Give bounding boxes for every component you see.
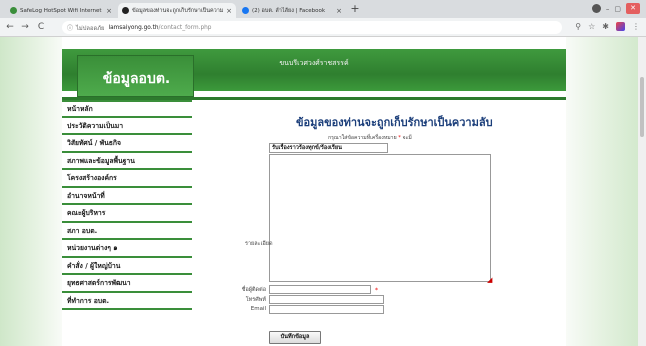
reload-icon[interactable]: C xyxy=(36,22,46,32)
menu-item-orders[interactable]: คำสั่ง / ผู้ใหญ่บ้าน xyxy=(62,257,192,275)
menu-item-history[interactable]: ประวัติความเป็นมา xyxy=(62,117,192,135)
subject-field[interactable]: รับเรื่องราวร้องทุกข์/ร้องเรียน xyxy=(269,143,388,153)
profile-avatar-icon[interactable] xyxy=(591,4,601,13)
menu-item-office[interactable]: ที่ทำการ อบต. xyxy=(62,292,192,310)
url-path: /contact_form.php xyxy=(158,24,212,31)
bookmark-star-icon[interactable]: ☆ xyxy=(588,22,595,31)
email-label: Email xyxy=(250,306,266,312)
address-bar[interactable]: ⓘ ไม่ปลอดภัย lamsaiyong.go.th /contact_f… xyxy=(62,21,562,34)
phone-field[interactable] xyxy=(269,295,384,304)
contact-name-label: ชื่อผู้ติดต่อ xyxy=(241,287,266,293)
window-close-icon[interactable]: ✕ xyxy=(626,3,640,14)
maximize-icon[interactable]: ▢ xyxy=(614,5,621,13)
security-status: ไม่ปลอดภัย xyxy=(76,25,105,32)
new-tab-button[interactable]: + xyxy=(349,3,361,15)
menu-item-executives[interactable]: คณะผู้บริหาร xyxy=(62,205,192,223)
menu-item-authority[interactable]: อำนาจหน้าที่ xyxy=(62,187,192,205)
facebook-favicon-icon xyxy=(242,7,249,14)
required-star: * xyxy=(398,135,401,141)
extension-area: ⚲ ☆ ✱ ⋮ xyxy=(575,22,640,31)
window-controls: – ▢ ✕ xyxy=(591,3,640,14)
required-note-text: กรุณาใส่ข้อความที่เครื่องหมาย xyxy=(328,135,397,141)
page-scrollbar[interactable] xyxy=(638,37,646,346)
tab-close-icon[interactable]: × xyxy=(336,7,342,15)
browser-tab[interactable]: (2) อบต. ลำไส้ยง | Facebook × xyxy=(238,3,346,18)
browser-tab[interactable]: SafeLog HotSpot Wifi Internet × xyxy=(6,3,116,18)
browser-tab-active[interactable]: ข้อมูลของท่านจะถูกเก็บรักษาเป็นความลับ × xyxy=(118,3,236,18)
menu-item-strategy[interactable]: ยุทธศาสตร์การพัฒนา xyxy=(62,275,192,293)
top-band xyxy=(62,37,566,49)
detail-textarea[interactable] xyxy=(269,154,491,282)
menu-item-basic-info[interactable]: สภาพและข้อมูลพื้นฐาน xyxy=(62,152,192,170)
menu-item-structure[interactable]: โครงสร้างองค์กร xyxy=(62,170,192,188)
web-page: ขนบรีเวศวงศ์ราชสรรค์ ข้อมูลอบต. หน้าหลัก… xyxy=(0,37,646,346)
email-field[interactable] xyxy=(269,305,384,314)
extension-icon[interactable] xyxy=(616,22,625,31)
required-note: กรุณาใส่ข้อความที่เครื่องหมาย * จะมี xyxy=(328,134,412,142)
info-icon[interactable]: ⓘ xyxy=(67,23,73,32)
scrollbar-thumb[interactable] xyxy=(640,77,644,137)
required-star: * xyxy=(375,287,378,294)
extension-puzzle-icon[interactable]: ✱ xyxy=(602,22,609,31)
forward-arrow-icon[interactable]: → xyxy=(20,22,30,32)
menu-dots-icon[interactable]: ⋮ xyxy=(632,22,640,31)
menu-item-home[interactable]: หน้าหลัก xyxy=(62,100,192,118)
favicon-icon xyxy=(10,7,17,14)
back-arrow-icon[interactable]: ← xyxy=(5,22,15,32)
tab-close-icon[interactable]: × xyxy=(226,7,232,15)
tab-close-icon[interactable]: × xyxy=(106,7,112,15)
section-logo-text: ข้อมูลอบต. xyxy=(102,71,171,87)
tab-label: ข้อมูลของท่านจะถูกเก็บรักษาเป็นความลับ xyxy=(132,7,224,14)
minimize-icon[interactable]: – xyxy=(606,5,610,13)
left-background xyxy=(0,37,62,346)
phone-label: โทรศัพท์ xyxy=(245,297,266,303)
right-background xyxy=(566,37,646,346)
browser-toolbar: ← → C ⓘ ไม่ปลอดภัย lamsaiyong.go.th /con… xyxy=(0,18,646,37)
browser-tab-bar: SafeLog HotSpot Wifi Internet × ข้อมูลขอ… xyxy=(0,0,646,18)
section-logo: ข้อมูลอบต. xyxy=(77,55,194,97)
resize-handle-icon[interactable]: ◢ xyxy=(487,277,492,284)
submit-button[interactable]: บันทึกข้อมูล xyxy=(269,331,321,344)
url-host: lamsaiyong.go.th xyxy=(108,24,159,31)
detail-label: รายละเอียด xyxy=(245,241,273,247)
menu-item-agencies[interactable]: หน่วยงานต่างๆ ๑ xyxy=(62,240,192,258)
required-note-suffix: จะมี xyxy=(402,135,412,141)
page-title: ข้อมูลของท่านจะถูกเก็บรักษาเป็นความลับ xyxy=(296,116,493,129)
contact-name-field[interactable] xyxy=(269,285,371,294)
side-menu: หน้าหลัก ประวัติความเป็นมา วิสัยทัศน์ / … xyxy=(62,100,192,310)
zoom-icon[interactable]: ⚲ xyxy=(575,22,581,31)
tab-label: SafeLog HotSpot Wifi Internet xyxy=(20,7,102,14)
menu-item-vision[interactable]: วิสัยทัศน์ / พันธกิจ xyxy=(62,135,192,153)
tab-label: (2) อบต. ลำไส้ยง | Facebook xyxy=(252,7,326,14)
contact-form: ข้อมูลของท่านจะถูกเก็บรักษาเป็นความลับ ก… xyxy=(196,100,566,346)
menu-item-council[interactable]: สภา อบต. xyxy=(62,222,192,240)
favicon-icon xyxy=(122,7,129,14)
